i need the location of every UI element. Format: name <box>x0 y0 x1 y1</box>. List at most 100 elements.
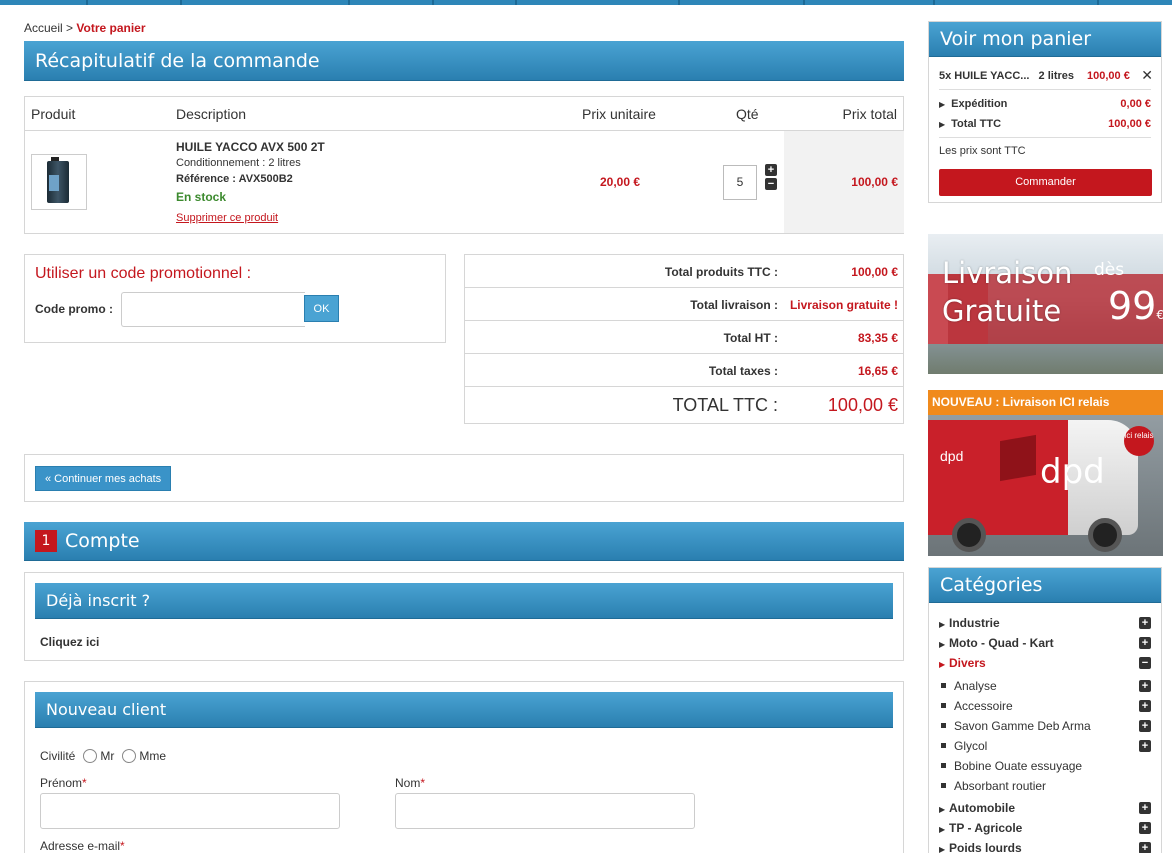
bullet-icon <box>941 683 946 689</box>
expand-icon[interactable]: + <box>1139 740 1151 752</box>
banner-des: dès <box>1094 260 1125 280</box>
expand-icon[interactable]: + <box>1139 680 1151 692</box>
category-item[interactable]: ▶ TP - Agricole + <box>939 821 1151 837</box>
mini-cart-header[interactable]: Voir mon panier <box>929 22 1161 57</box>
category-item[interactable]: ▶ Industrie + <box>939 616 1151 632</box>
radio-mme[interactable] <box>122 749 137 763</box>
relay-delivery-banner[interactable]: NOUVEAU : Livraison ICI relais dpd dpd i… <box>928 390 1163 556</box>
product-name[interactable]: HUILE YACCO AVX 500 2T <box>176 140 325 154</box>
mini-cart-title[interactable]: Voir mon panier <box>940 28 1091 50</box>
category-item[interactable]: Absorbant routier <box>939 779 1151 795</box>
expand-icon[interactable]: + <box>1139 720 1151 732</box>
radio-mr[interactable] <box>83 749 98 763</box>
email-label: Adresse e-mail* <box>40 839 125 853</box>
mini-cart-item[interactable]: 5x HUILE YACC... 2 litres <box>939 70 1074 82</box>
shipping-value: 0,00 € <box>1120 98 1151 110</box>
top-nav-bar <box>0 0 1172 5</box>
total-price-cell: 100,00 € <box>784 131 904 233</box>
expand-icon[interactable]: + <box>1139 842 1151 853</box>
divider <box>939 137 1151 138</box>
new-customer-panel: Nouveau client Civilité Mr Mme Prénom* N… <box>24 681 904 853</box>
category-label[interactable]: Glycol <box>954 739 987 753</box>
total-value: 100,00 € <box>851 265 898 279</box>
category-item[interactable]: Accessoire + <box>939 699 1151 715</box>
total-ht-row: Total HT : 83,35 € <box>465 321 903 354</box>
radio-mr-label[interactable]: Mr <box>100 749 114 763</box>
breadcrumb-home[interactable]: Accueil <box>24 21 63 35</box>
category-label[interactable]: Industrie <box>949 616 1000 630</box>
triangle-right-icon: ▶ <box>939 620 946 629</box>
expand-icon[interactable]: + <box>1139 802 1151 814</box>
category-label[interactable]: Accessoire <box>954 699 1013 713</box>
lastname-label-text: Nom <box>395 776 421 790</box>
firstname-input[interactable] <box>40 793 340 829</box>
page-title: Récapitulatif de la commande <box>35 49 320 72</box>
firstname-label: Prénom* <box>40 776 87 790</box>
lastname-input[interactable] <box>395 793 695 829</box>
radio-mme-label[interactable]: Mme <box>139 749 166 763</box>
promo-label: Code promo : <box>35 302 113 316</box>
step-number: 1 <box>35 530 57 552</box>
breadcrumb-separator: > <box>66 21 74 35</box>
expand-icon[interactable]: + <box>1139 637 1151 649</box>
col-product: Produit <box>31 106 76 122</box>
shipping-label-text: Expédition <box>951 98 1008 110</box>
delete-product-link[interactable]: Supprimer ce produit <box>176 212 278 224</box>
required-mark: * <box>120 839 125 853</box>
order-button[interactable]: Commander <box>939 169 1152 196</box>
category-item[interactable]: Bobine Ouate essuyage <box>939 759 1151 775</box>
account-step-header: 1 Compte <box>24 522 904 561</box>
cart-table: Produit Description Prix unitaire Qté Pr… <box>24 96 904 234</box>
category-label[interactable]: Poids lourds <box>949 841 1022 853</box>
collapse-icon[interactable]: − <box>1139 657 1151 669</box>
category-label[interactable]: Moto - Quad - Kart <box>949 636 1054 650</box>
category-label[interactable]: Divers <box>949 656 986 670</box>
banner-amount: 99€ <box>1108 284 1163 328</box>
promo-code-input[interactable] <box>121 292 305 327</box>
existing-customer-title: Déjà inscrit ? <box>46 591 151 610</box>
order-summary-header: Récapitulatif de la commande <box>24 41 904 81</box>
category-label[interactable]: Savon Gamme Deb Arma <box>954 719 1091 733</box>
dpd-brand-small: dpd <box>940 448 964 464</box>
category-label[interactable]: Bobine Ouate essuyage <box>954 759 1082 773</box>
category-item[interactable]: Savon Gamme Deb Arma + <box>939 719 1151 735</box>
qty-plus-icon[interactable]: + <box>765 164 777 176</box>
total-label: Total livraison : <box>690 298 778 312</box>
promo-title: Utiliser un code promotionnel : <box>35 265 252 282</box>
category-label[interactable]: Analyse <box>954 679 997 693</box>
mini-cart-item-name[interactable]: 5x HUILE YACC... <box>939 70 1029 82</box>
continue-panel: « Continuer mes achats <box>24 454 904 502</box>
triangle-right-icon: ▶ <box>939 120 946 129</box>
col-unit-price: Prix unitaire <box>582 106 656 122</box>
category-label[interactable]: Automobile <box>949 801 1015 815</box>
qty-minus-icon[interactable]: − <box>765 178 777 190</box>
category-item[interactable]: ▶ Moto - Quad - Kart + <box>939 636 1151 652</box>
breadcrumb-current: Votre panier <box>76 21 146 35</box>
product-thumbnail[interactable] <box>31 154 87 210</box>
totals-panel: Total produits TTC : 100,00 € Total livr… <box>464 254 904 424</box>
new-customer-header: Nouveau client <box>35 692 893 728</box>
mini-cart-item-volume: 2 litres <box>1038 70 1075 82</box>
login-link[interactable]: Cliquez ici <box>40 635 99 649</box>
dpd-brand: dpd <box>1040 452 1105 492</box>
continue-shopping-button[interactable]: « Continuer mes achats <box>35 466 172 491</box>
category-label[interactable]: TP - Agricole <box>949 821 1022 835</box>
triangle-right-icon: ▶ <box>939 640 946 649</box>
breadcrumb: Accueil > Votre panier <box>24 21 146 35</box>
expand-icon[interactable]: + <box>1139 822 1151 834</box>
category-item[interactable]: ▶ Automobile + <box>939 801 1151 817</box>
remove-item-icon[interactable]: ✕ <box>1141 67 1153 84</box>
quantity-input[interactable]: 5 <box>723 165 757 200</box>
promo-ok-button[interactable]: OK <box>304 295 339 322</box>
expand-icon[interactable]: + <box>1139 617 1151 629</box>
category-item[interactable]: ▶ Divers − <box>939 656 1151 672</box>
product-conditioning: Conditionnement : 2 litres <box>176 157 301 169</box>
category-item[interactable]: Glycol + <box>939 739 1151 755</box>
bullet-icon <box>941 743 946 749</box>
category-item[interactable]: Analyse + <box>939 679 1151 695</box>
free-delivery-banner[interactable]: Livraison Gratuite dès 99€ <box>928 234 1163 374</box>
category-item[interactable]: ▶ Poids lourds + <box>939 841 1151 853</box>
col-qty: Qté <box>736 106 759 122</box>
category-label[interactable]: Absorbant routier <box>954 779 1046 793</box>
expand-icon[interactable]: + <box>1139 700 1151 712</box>
